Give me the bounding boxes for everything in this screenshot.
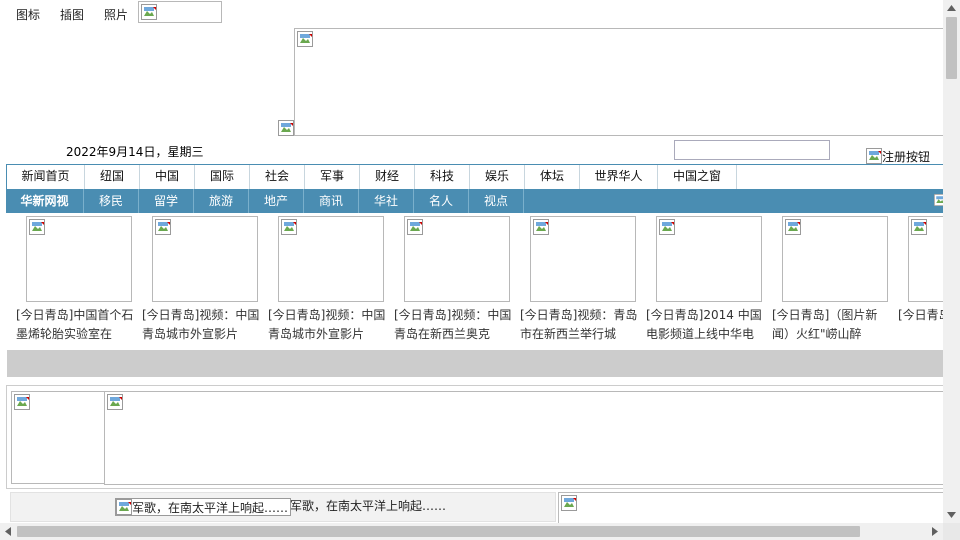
news-thumbnail[interactable] [530, 216, 636, 302]
banner-image [294, 28, 946, 136]
news-card[interactable]: [今日青岛]中国首个石墨烯轮胎实验室在 [16, 216, 142, 344]
arrow-down-icon[interactable] [947, 512, 956, 518]
vertical-scrollbar[interactable] [943, 0, 960, 523]
news-thumbnail[interactable] [782, 216, 888, 302]
music-image-link[interactable]: 军歌，在南太平洋上响起…… [115, 498, 292, 516]
news-caption[interactable]: [今日青岛]视频：中国青岛在新西兰奥克 [394, 306, 516, 344]
nav2-item-study-abroad[interactable]: 留学 [139, 189, 194, 213]
news-thumbnail[interactable] [908, 216, 943, 302]
news-thumbnail[interactable] [278, 216, 384, 302]
nav-item-nz[interactable]: 纽国 [85, 165, 140, 189]
nav2-item-immigration[interactable]: 移民 [84, 189, 139, 213]
nav2-item-community[interactable]: 华社 [359, 189, 414, 213]
date-label: 2022年9月14日，星期三 [66, 145, 204, 159]
nav2-item-business[interactable]: 商讯 [304, 189, 359, 213]
nav-item-world-chinese[interactable]: 世界华人 [580, 165, 658, 189]
nav2-item-celebrities[interactable]: 名人 [414, 189, 469, 213]
nav-item-society[interactable]: 社会 [250, 165, 305, 189]
broken-image-icon [659, 219, 675, 235]
nav2-item-travel[interactable]: 旅游 [194, 189, 249, 213]
arrow-up-icon[interactable] [947, 5, 956, 11]
nav-item-china-window[interactable]: 中国之窗 [658, 165, 737, 189]
nav-item-military[interactable]: 军事 [305, 165, 360, 189]
section-divider-bar [7, 350, 947, 377]
broken-image-icon [297, 31, 313, 47]
music-image-alt: 军歌，在南太平洋上响起…… [132, 500, 289, 515]
register-button[interactable]: 注册按钮 [866, 147, 930, 165]
broken-image-icon [911, 219, 927, 235]
secondary-nav: 华新网视 移民 留学 旅游 地产 商讯 华社 名人 视点 [6, 189, 946, 213]
nav-item-news-home[interactable]: 新闻首页 [7, 165, 85, 189]
nav-item-finance[interactable]: 财经 [360, 165, 415, 189]
register-button-alt: 注册按钮 [882, 149, 931, 164]
horizontal-scrollbar[interactable] [0, 523, 943, 540]
news-card[interactable]: [今日青岛]链"（老街 [898, 216, 943, 344]
news-card[interactable]: [今日青岛]（图片新闻）火红"崂山醉 [772, 216, 898, 344]
news-thumbnail[interactable] [152, 216, 258, 302]
nav2-item-viewpoint[interactable]: 视点 [469, 189, 524, 213]
nav-item-tech[interactable]: 科技 [415, 165, 470, 189]
tab-illustrations[interactable]: 插图 [60, 6, 84, 23]
scrollbar-corner [943, 523, 960, 540]
broken-image-icon [407, 219, 423, 235]
broken-image-icon [155, 219, 171, 235]
broken-image-icon [14, 394, 30, 410]
broken-image-icon [533, 219, 549, 235]
horizontal-scroll-thumb[interactable] [17, 526, 860, 537]
broken-image-icon [785, 219, 801, 235]
news-card[interactable]: [今日青岛]视频：青岛市在新西兰举行城 [520, 216, 646, 344]
music-title[interactable]: 军歌，在南太平洋上响起…… [290, 497, 446, 514]
tab-photos[interactable]: 照片 [104, 6, 128, 23]
arrow-left-icon[interactable] [5, 527, 11, 536]
side-image [11, 391, 106, 484]
broken-image-icon [281, 219, 297, 235]
broken-image-icon [141, 4, 157, 20]
news-caption[interactable]: [今日青岛]视频：中国青岛城市外宣影片 [268, 306, 390, 344]
news-caption[interactable]: [今日青岛]2014 中国电影频道上线中华电 [646, 306, 768, 344]
nav-item-entertainment[interactable]: 娱乐 [470, 165, 525, 189]
news-card[interactable]: [今日青岛]2014 中国电影频道上线中华电 [646, 216, 772, 344]
primary-nav: 新闻首页 纽国 中国 国际 社会 军事 财经 科技 娱乐 体坛 世界华人 中国之… [6, 164, 946, 189]
nav-item-china[interactable]: 中国 [140, 165, 195, 189]
news-caption[interactable]: [今日青岛]视频：中国青岛城市外宣影片 [142, 306, 264, 344]
news-thumbnail[interactable] [656, 216, 762, 302]
news-caption[interactable]: [今日青岛]链"（老街 [898, 306, 943, 344]
broken-image-icon [278, 120, 294, 136]
broken-image-icon [107, 394, 123, 410]
search-input[interactable] [674, 140, 830, 160]
news-thumbnail[interactable] [404, 216, 510, 302]
tab-icons[interactable]: 图标 [16, 6, 40, 23]
news-card[interactable]: [今日青岛]视频：中国青岛城市外宣影片 [142, 216, 268, 344]
news-thumbnail[interactable] [26, 216, 132, 302]
news-caption[interactable]: [今日青岛]中国首个石墨烯轮胎实验室在 [16, 306, 138, 344]
broken-image-icon [561, 495, 577, 511]
news-caption[interactable]: [今日青岛]（图片新闻）火红"崂山醉 [772, 306, 894, 344]
news-caption[interactable]: [今日青岛]视频：青岛市在新西兰举行城 [520, 306, 642, 344]
broken-image-icon [116, 499, 132, 515]
nav-item-international[interactable]: 国际 [195, 165, 250, 189]
main-ad-image [104, 391, 946, 485]
nav2-item-real-estate[interactable]: 地产 [249, 189, 304, 213]
news-card[interactable]: [今日青岛]视频：中国青岛城市外宣影片 [268, 216, 394, 344]
top-logo-image [138, 1, 222, 23]
news-card[interactable]: [今日青岛]视频：中国青岛在新西兰奥克 [394, 216, 520, 344]
nav-item-sports[interactable]: 体坛 [525, 165, 580, 189]
broken-image-icon [29, 219, 45, 235]
broken-image-icon [866, 148, 882, 164]
nav2-item-video[interactable]: 华新网视 [6, 189, 84, 213]
vertical-scroll-thumb[interactable] [946, 17, 957, 79]
arrow-right-icon[interactable] [932, 527, 938, 536]
